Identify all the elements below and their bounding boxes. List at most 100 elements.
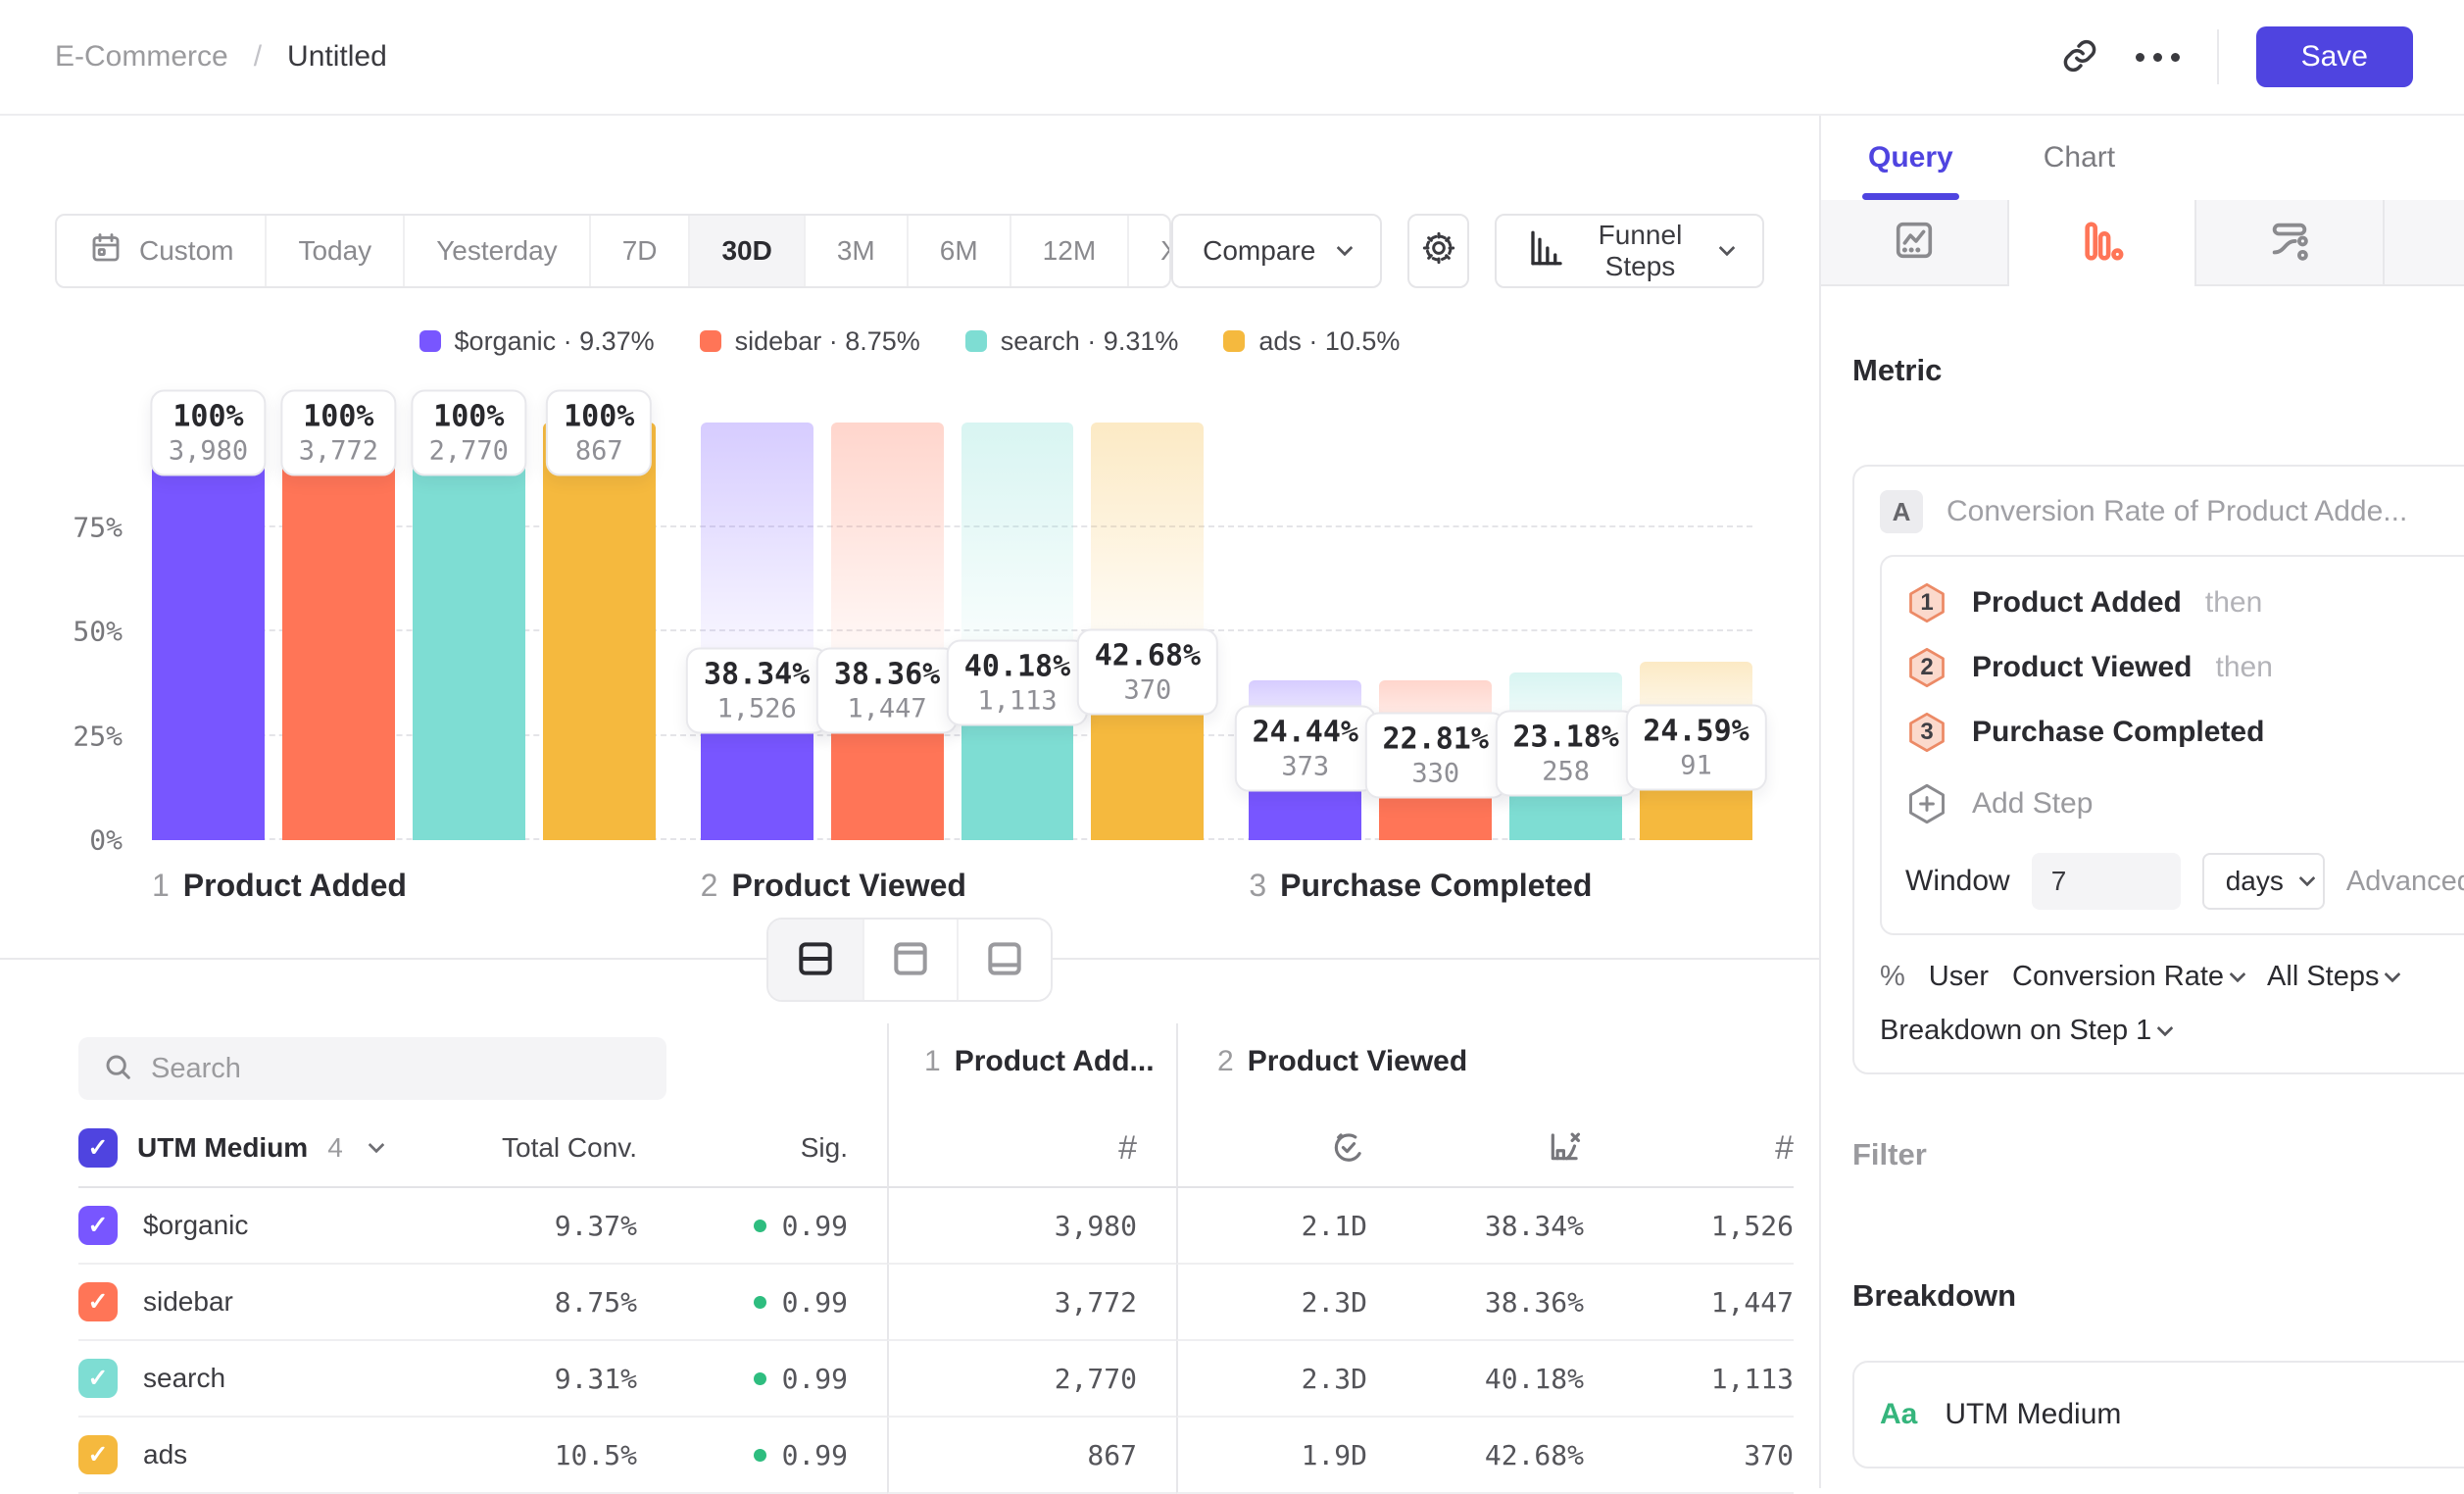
report-type-funnels[interactable] — [2007, 200, 2195, 286]
query-step-1[interactable]: 1Product Addedthen — [1905, 580, 2464, 625]
share-link-button[interactable] — [2061, 37, 2098, 77]
tab-query[interactable]: Query — [1868, 116, 1953, 200]
metric-name-row[interactable]: A Conversion Rate of Product Adde... — [1880, 490, 2464, 533]
funnel-bars-icon — [1526, 227, 1567, 275]
measure-metric-select[interactable]: Conversion Rate — [2012, 961, 2243, 993]
funnel-bar-search[interactable]: 40.18%1,113 — [961, 423, 1074, 840]
step1-count-column-header[interactable]: # — [887, 1110, 1176, 1188]
bar-pct: 23.18% — [1512, 721, 1618, 755]
date-range-30d[interactable]: 30D — [688, 216, 803, 286]
table-row-label[interactable]: ✓search — [78, 1341, 451, 1418]
bar-value-label: 42.68%370 — [1077, 629, 1218, 716]
legend-label: $organic · 9.37% — [455, 326, 655, 357]
avg-time-column-header[interactable] — [1176, 1110, 1367, 1188]
row-checkbox[interactable]: ✓ — [78, 1282, 118, 1321]
date-range-3m[interactable]: 3M — [804, 216, 907, 286]
measure-entity[interactable]: User — [1929, 961, 1989, 993]
table-step2-header[interactable]: 2 Product Viewed — [1176, 1023, 1794, 1110]
layout-split-button[interactable] — [768, 920, 862, 1000]
funnel-bar-organic[interactable]: 100%3,980 — [152, 423, 265, 840]
advanced-toggle[interactable]: Advanced — [2346, 866, 2464, 898]
step-name: Product Viewed — [1248, 1045, 1468, 1078]
save-button[interactable]: Save — [2256, 26, 2413, 87]
funnel-step-group-2: 38.34%1,52638.36%1,44740.18%1,11342.68%3… — [701, 423, 1205, 840]
bar-value-label: 38.36%1,447 — [816, 647, 958, 733]
metric-letter-badge: A — [1880, 490, 1923, 533]
table-row-label[interactable]: ✓sidebar — [78, 1265, 451, 1341]
date-range-xtd[interactable]: XTD — [1127, 216, 1171, 286]
legend-item-search[interactable]: search · 9.31% — [965, 326, 1179, 357]
report-type-insights[interactable] — [1821, 200, 2007, 286]
legend-item-sidebar[interactable]: sidebar · 8.75% — [700, 326, 920, 357]
date-range-12m[interactable]: 12M — [1010, 216, 1127, 286]
funnel-bar-ads[interactable]: 24.59%91 — [1640, 423, 1752, 840]
add-step-button[interactable]: Add Step — [1905, 782, 2464, 825]
bar-count: 370 — [1095, 675, 1201, 706]
total-conv-column-header[interactable]: Total Conv. — [451, 1110, 637, 1188]
funnel-bar-organic[interactable]: 38.34%1,526 — [701, 423, 813, 840]
table-row-label[interactable]: ✓ ads — [78, 1418, 451, 1494]
date-range-7d[interactable]: 7D — [589, 216, 689, 286]
chart-type-selector[interactable]: Funnel Steps — [1495, 214, 1764, 288]
funnel-bar-ads[interactable]: 100%867 — [543, 423, 656, 840]
conv-rate-column-header[interactable] — [1367, 1110, 1584, 1188]
chart-settings-button[interactable] — [1407, 214, 1469, 288]
compare-button[interactable]: Compare — [1171, 214, 1382, 288]
group-column-header[interactable]: ✓ UTM Medium 4 — [78, 1110, 451, 1188]
sig-column-header[interactable]: Sig. — [637, 1110, 887, 1188]
breadcrumb-project[interactable]: E-Commerce — [55, 40, 228, 74]
chevron-down-icon — [2230, 966, 2246, 982]
funnel-bar-search[interactable]: 100%2,770 — [413, 423, 525, 840]
chevron-down-icon — [2157, 1020, 2174, 1036]
y-axis-tick: 25% — [73, 720, 123, 752]
breakdown-item-utm-medium[interactable]: Aa UTM Medium — [1852, 1361, 2464, 1469]
table-row-label[interactable]: ✓ $organic — [78, 1188, 451, 1265]
funnel-bar-sidebar[interactable]: 100%3,772 — [282, 423, 395, 840]
breakdown-on-select[interactable]: Breakdown on Step 1 — [1880, 1015, 2464, 1047]
row-checkbox[interactable]: ✓ — [78, 1206, 118, 1245]
search-input[interactable] — [151, 1053, 643, 1085]
date-range-today[interactable]: Today — [265, 216, 403, 286]
row-checkbox[interactable]: ✓ — [78, 1435, 118, 1474]
retention-icon — [2455, 218, 2464, 268]
bar-count: 3,772 — [299, 436, 378, 467]
legend-item-ads[interactable]: ads · 10.5% — [1223, 326, 1400, 357]
row-name: $organic — [143, 1210, 248, 1241]
measure-scope-select[interactable]: All Steps — [2267, 961, 2398, 993]
window-label: Window — [1905, 865, 2010, 898]
more-actions-button[interactable] — [2136, 53, 2180, 62]
row-checkbox[interactable]: ✓ — [78, 1359, 118, 1398]
date-range-yesterday[interactable]: Yesterday — [403, 216, 589, 286]
funnel-bar-search[interactable]: 23.18%258 — [1509, 423, 1622, 840]
table-step1-header[interactable]: 1 Product Add... — [887, 1023, 1176, 1110]
bar-ghost — [961, 423, 1074, 672]
chevron-down-icon — [1337, 240, 1354, 257]
funnel-bar-sidebar[interactable]: 38.36%1,447 — [831, 423, 944, 840]
query-step-name: Purchase Completed — [1972, 716, 2264, 749]
window-value-input[interactable] — [2032, 853, 2181, 910]
date-range-custom[interactable]: Custom — [57, 216, 265, 286]
funnel-bar-organic[interactable]: 24.44%373 — [1249, 423, 1361, 840]
bar-value-label: 100%3,980 — [151, 390, 266, 476]
report-type-retention[interactable] — [2383, 200, 2464, 286]
report-type-flows[interactable] — [2194, 200, 2383, 286]
window-unit-select[interactable]: days — [2202, 853, 2325, 910]
step2-count-value: 1,113 — [1584, 1341, 1794, 1418]
breadcrumb-separator: / — [254, 40, 262, 74]
funnel-bar-ads[interactable]: 42.68%370 — [1091, 423, 1204, 840]
report-title[interactable]: Untitled — [287, 40, 387, 74]
legend-item-organic[interactable]: $organic · 9.37% — [419, 326, 655, 357]
layout-table-only-button[interactable] — [957, 920, 1051, 1000]
layout-chart-only-button[interactable] — [862, 920, 957, 1000]
date-range-6m[interactable]: 6M — [907, 216, 1010, 286]
query-step-3[interactable]: 3Purchase Completed — [1905, 710, 2464, 755]
step2-count-column-header[interactable]: # — [1584, 1110, 1794, 1188]
row-name: ads — [143, 1439, 187, 1470]
funnel-bar-sidebar[interactable]: 22.81%330 — [1379, 423, 1492, 840]
tab-chart[interactable]: Chart — [2044, 116, 2115, 200]
query-step-2[interactable]: 2Product Viewedthen — [1905, 645, 2464, 690]
avg-time-value: 2.3D — [1176, 1265, 1367, 1341]
select-all-checkbox[interactable]: ✓ — [78, 1128, 118, 1168]
measure-row: % User Conversion Rate All Steps — [1880, 961, 2464, 993]
report-content: CustomTodayYesterday7D30D3M6M12MXTD Comp… — [0, 116, 1821, 1488]
